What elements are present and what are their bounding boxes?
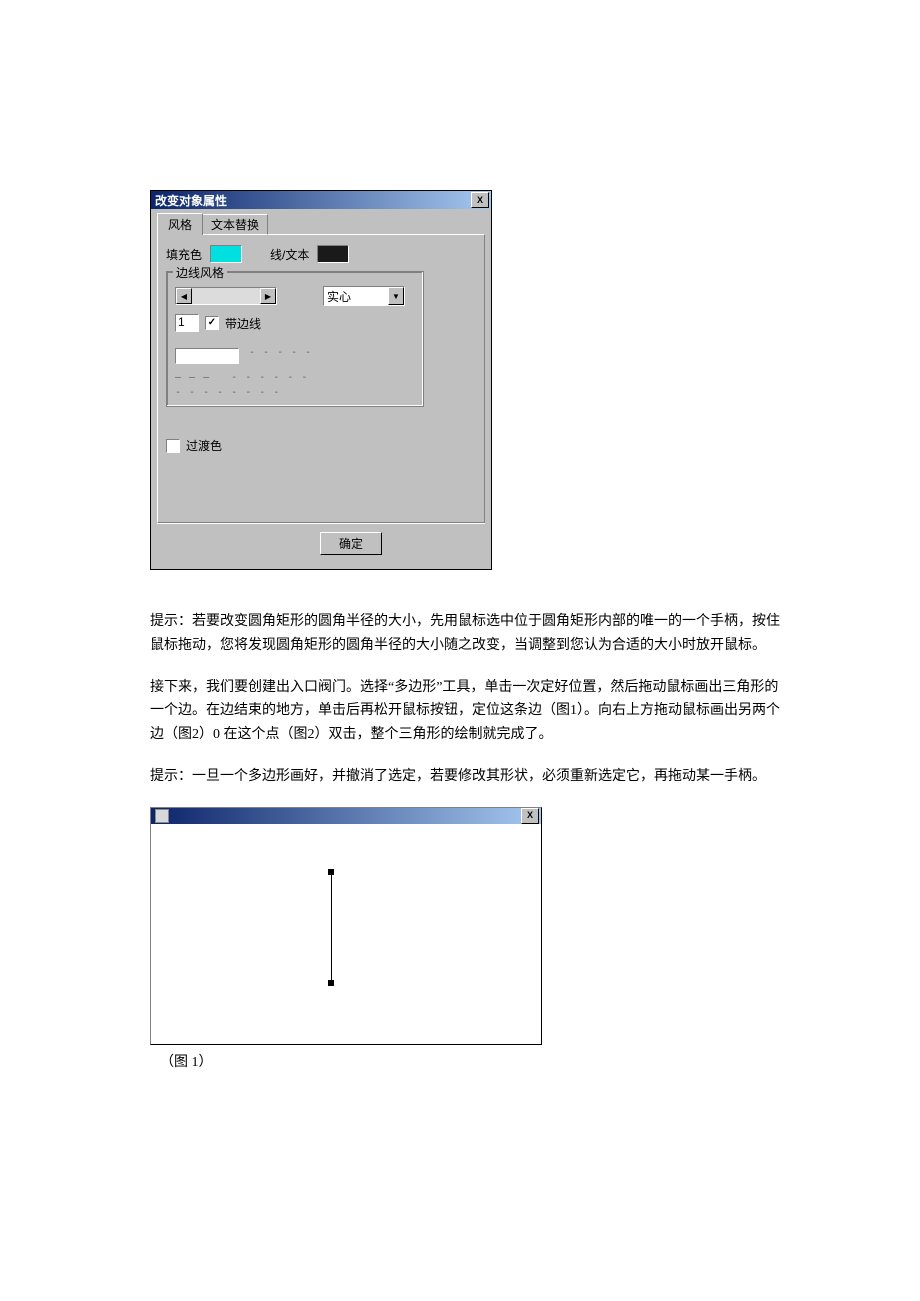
close-icon[interactable]: X: [521, 808, 539, 824]
fill-color-swatch[interactable]: [210, 245, 242, 263]
fill-color-label: 填充色: [166, 246, 202, 263]
tab-panel-style: 填充色 线/文本 边线风格 ◀ ▶ 实: [157, 234, 485, 523]
gradient-checkbox[interactable]: [166, 439, 180, 453]
vertex-handle-top[interactable]: [328, 869, 334, 875]
line-color-swatch[interactable]: [317, 245, 349, 263]
border-style-combo[interactable]: 实心 ▼: [323, 286, 405, 306]
with-border-checkbox[interactable]: ✓: [205, 316, 219, 330]
paragraph-1: 提示：若要改变圆角矩形的圆角半径的大小，先用鼠标选中位于圆角矩形内部的唯一的一个…: [150, 610, 790, 658]
document-icon: [155, 809, 169, 823]
chevron-left-icon[interactable]: ◀: [176, 288, 192, 304]
border-width-scroll[interactable]: ◀ ▶: [175, 287, 277, 305]
gradient-label: 过渡色: [186, 437, 222, 454]
button-bar: 确定: [157, 523, 485, 563]
close-icon[interactable]: X: [471, 192, 489, 208]
dash-pattern-3: - - - - - - - -: [175, 387, 415, 398]
properties-dialog: 改变对象属性 X 风格 文本替换 填充色 线/文本 边线风格: [150, 190, 492, 570]
combo-value: 实心: [324, 287, 388, 305]
figure-1-caption: （图 1）: [160, 1051, 790, 1071]
figure-titlebar[interactable]: X: [151, 808, 541, 824]
figure-1-window: X: [150, 807, 542, 1045]
scroll-track[interactable]: [192, 288, 260, 304]
dialog-titlebar[interactable]: 改变对象属性 X: [151, 191, 491, 209]
paragraph-3: 提示：一旦一个多边形画好，并撤消了选定，若要修改其形状，必须重新选定它，再拖动某…: [150, 765, 790, 789]
dash-pattern-2: — — — - - - - - -: [175, 372, 415, 383]
border-width-input[interactable]: 1: [175, 314, 199, 332]
drawing-canvas[interactable]: [151, 824, 541, 1044]
ok-button[interactable]: 确定: [320, 532, 382, 555]
chevron-right-icon[interactable]: ▶: [260, 288, 276, 304]
body-text: 提示：若要改变圆角矩形的圆角半径的大小，先用鼠标选中位于圆角矩形内部的唯一的一个…: [150, 610, 790, 789]
dialog-title: 改变对象属性: [155, 192, 227, 209]
line-text-label: 线/文本: [270, 246, 309, 263]
with-border-label: 带边线: [225, 315, 261, 332]
dash-pattern-1: - - - - -: [249, 347, 312, 358]
chevron-down-icon[interactable]: ▼: [388, 287, 404, 305]
tab-style[interactable]: 风格: [157, 213, 203, 235]
tab-text-replace[interactable]: 文本替换: [202, 214, 268, 235]
polygon-edge: [331, 872, 332, 982]
paragraph-2: 接下来，我们要创建出入口阀门。选择“多边形”工具，单击一次定好位置，然后拖动鼠标…: [150, 676, 790, 747]
group-title: 边线风格: [173, 264, 227, 281]
border-style-group: 边线风格 ◀ ▶ 实心 ▼ 1: [166, 271, 424, 407]
border-preview: [175, 348, 239, 364]
vertex-handle-bottom[interactable]: [328, 980, 334, 986]
